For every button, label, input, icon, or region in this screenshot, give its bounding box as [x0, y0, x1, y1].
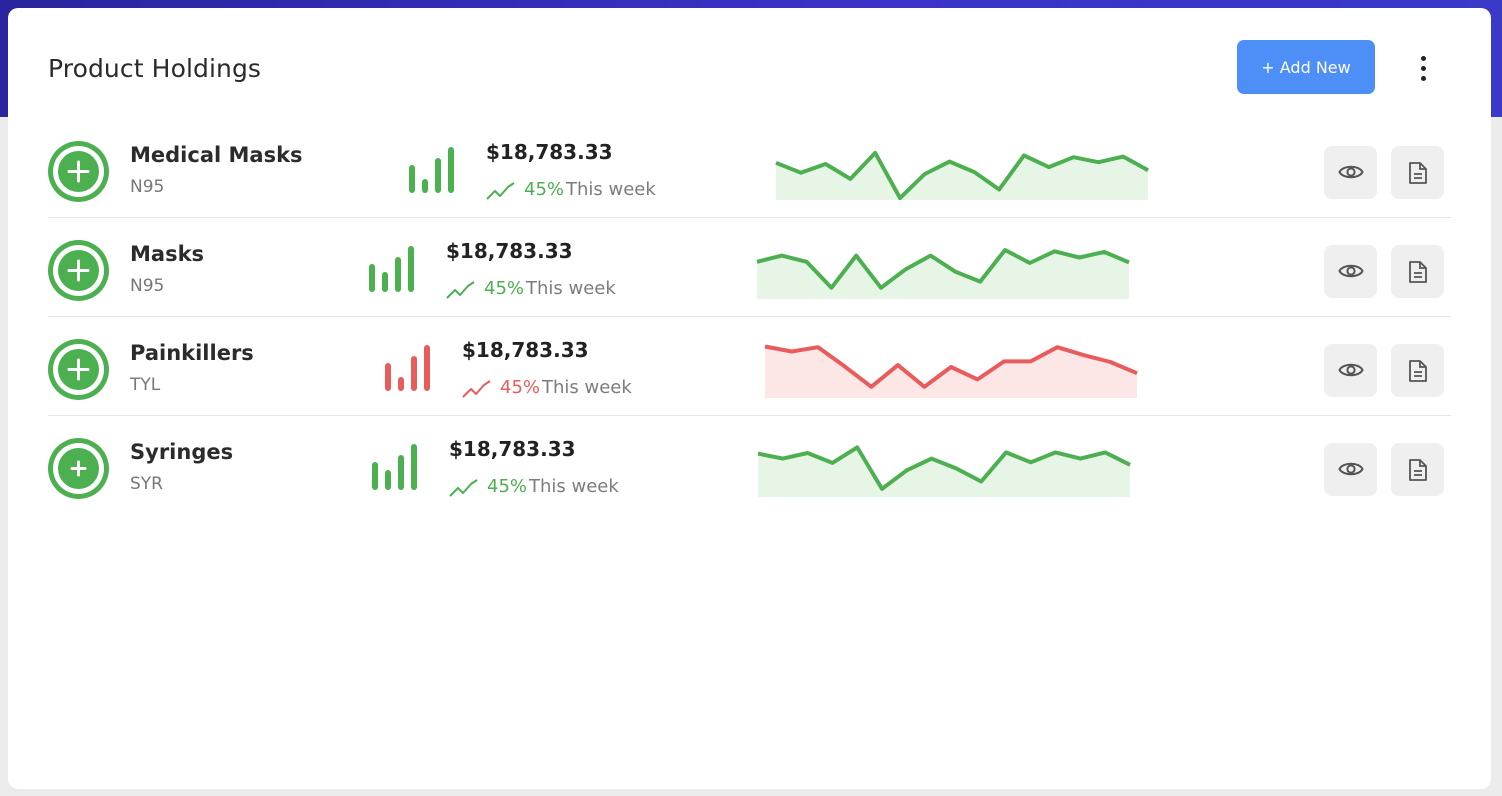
change-percent: 45% — [484, 278, 525, 299]
bar-chart-icon — [409, 145, 455, 193]
report-button[interactable] — [1391, 344, 1444, 397]
product-price: $18,783.33 — [462, 338, 589, 362]
change-period: This week — [566, 179, 656, 200]
product-holdings-card: Product Holdings + Add New Medical Masks… — [8, 8, 1491, 789]
product-row: Syringes SYR $18,783.33 45% This week — [8, 416, 1491, 515]
product-name: Syringes — [130, 440, 234, 464]
add-new-button[interactable]: + Add New — [1237, 40, 1375, 94]
eye-icon — [1338, 462, 1364, 476]
report-button[interactable] — [1391, 146, 1444, 199]
product-price: $18,783.33 — [486, 140, 613, 164]
report-button[interactable] — [1391, 245, 1444, 298]
product-price: $18,783.33 — [449, 437, 576, 461]
eye-icon — [1338, 264, 1364, 278]
trend-up-icon — [449, 479, 478, 497]
product-code: N95 — [130, 177, 165, 197]
bar-chart-icon — [372, 442, 418, 490]
product-code: N95 — [130, 276, 165, 296]
trend-up-icon — [446, 281, 475, 299]
trend-up-icon — [486, 182, 515, 200]
document-icon — [1409, 261, 1427, 283]
plus-circle-icon[interactable] — [48, 438, 109, 499]
more-vertical-icon[interactable] — [1406, 48, 1440, 88]
change-percent: 45% — [500, 377, 541, 398]
change-period: This week — [542, 377, 632, 398]
product-row: Painkillers TYL $18,783.33 45% This week — [8, 317, 1491, 416]
eye-icon — [1338, 165, 1364, 179]
document-icon — [1409, 459, 1427, 481]
product-price: $18,783.33 — [446, 239, 573, 263]
plus-circle-icon[interactable] — [48, 141, 109, 202]
product-name: Masks — [130, 242, 205, 266]
product-name: Painkillers — [130, 341, 254, 365]
bar-chart-icon — [369, 244, 415, 292]
sparkline-chart — [757, 445, 1131, 497]
view-button[interactable] — [1324, 245, 1377, 298]
plus-circle-icon[interactable] — [48, 339, 109, 400]
change-period: This week — [526, 278, 616, 299]
change-percent: 45% — [524, 179, 565, 200]
report-button[interactable] — [1391, 443, 1444, 496]
bar-chart-icon — [385, 343, 431, 391]
change-period: This week — [529, 476, 619, 497]
change-percent: 45% — [487, 476, 528, 497]
trend-up-icon — [462, 380, 491, 398]
view-button[interactable] — [1324, 344, 1377, 397]
product-code: SYR — [130, 474, 163, 494]
document-icon — [1409, 162, 1427, 184]
eye-icon — [1338, 363, 1364, 377]
sparkline-chart — [756, 248, 1130, 299]
view-button[interactable] — [1324, 146, 1377, 199]
product-code: TYL — [130, 375, 161, 395]
plus-circle-icon[interactable] — [48, 240, 109, 301]
card-title: Product Holdings — [48, 54, 262, 83]
product-row: Medical Masks N95 $18,783.33 45% This we… — [8, 119, 1491, 218]
product-name: Medical Masks — [130, 143, 303, 167]
document-icon — [1409, 360, 1427, 382]
sparkline-chart — [775, 150, 1149, 201]
view-button[interactable] — [1324, 443, 1377, 496]
sparkline-chart — [764, 344, 1138, 398]
product-row: Masks N95 $18,783.33 45% This week — [8, 218, 1491, 317]
